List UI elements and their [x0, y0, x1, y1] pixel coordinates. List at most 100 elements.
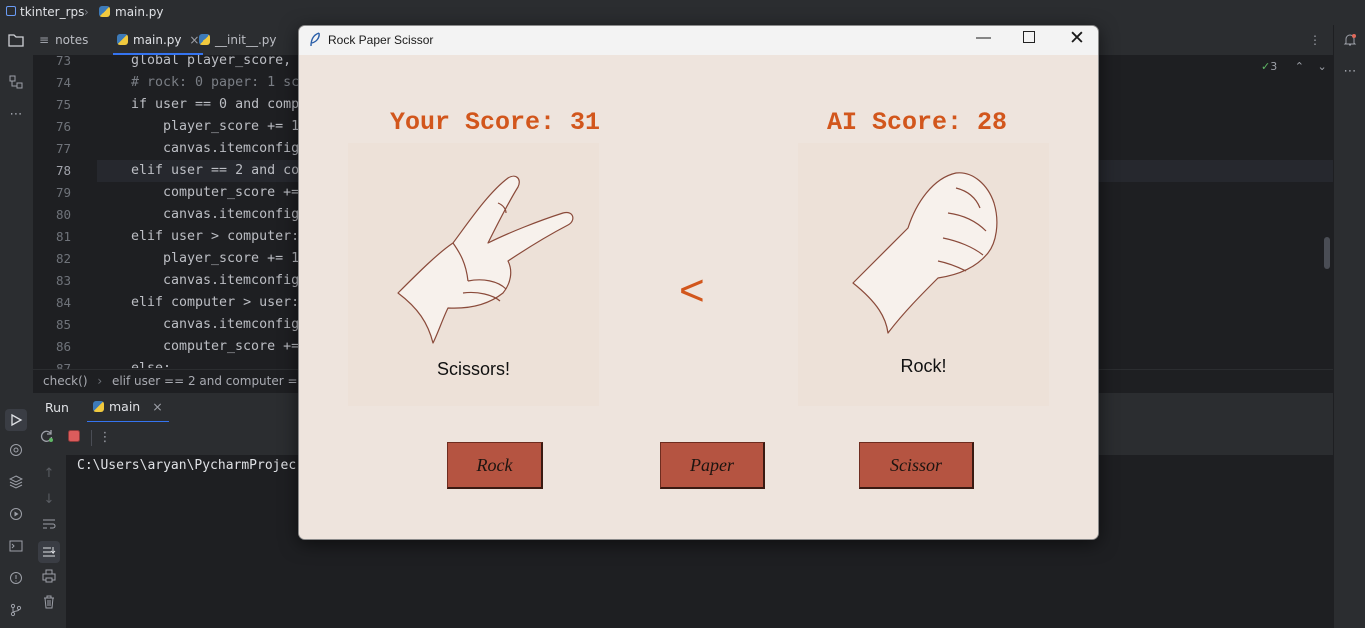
line-number: 77 [55, 141, 71, 156]
notifications-icon[interactable] [1341, 33, 1359, 51]
list-icon: ≡ [39, 33, 50, 47]
code-line: # rock: 0 paper: 1 sc [131, 75, 300, 90]
python-file-icon [99, 6, 110, 17]
game-canvas: Your Score: 31 AI Score: 28 Scissors! < [299, 55, 1098, 539]
run-panel-title: Run [45, 400, 69, 415]
breadcrumb-file[interactable]: main.py [99, 5, 164, 19]
soft-wrap-icon[interactable] [40, 517, 58, 535]
game-window: Rock Paper Scissor — ✕ Your Score: 31 AI… [298, 25, 1099, 540]
chevron-down-icon[interactable]: ⌄ [1317, 60, 1326, 73]
code-line: canvas.itemconfig [163, 317, 300, 332]
close-window-button[interactable]: ✕ [1069, 27, 1085, 50]
line-number: 84 [55, 295, 71, 310]
rock-button[interactable]: Rock [447, 442, 543, 489]
maximize-button[interactable] [1023, 31, 1035, 43]
code-line: canvas.itemconfig [163, 273, 300, 288]
code-line: player_score += 1 [163, 119, 300, 134]
line-number: 76 [55, 119, 71, 134]
navigation-bar: tkinter_rps › main.py [0, 0, 1365, 26]
python-console-icon[interactable] [7, 443, 25, 461]
player-score: Your Score: 31 [390, 108, 601, 137]
line-number: 79 [55, 185, 71, 200]
scissor-button[interactable]: Scissor [859, 442, 974, 489]
chevron-right-icon: › [97, 374, 103, 388]
services-icon[interactable] [7, 507, 25, 525]
player-choice-card: Scissors! [348, 143, 599, 406]
python-icon [93, 401, 104, 412]
project-folder-icon[interactable] [7, 33, 25, 51]
breadcrumb-branch[interactable]: elif user == 2 and computer == 0 [112, 374, 319, 388]
code-line: computer_score += [163, 185, 300, 200]
arrow-down-icon[interactable]: ↓ [40, 491, 58, 509]
console-output-line: C:\Users\aryan\PycharmProjec [77, 458, 297, 473]
arrow-up-icon[interactable]: ↑ [40, 465, 58, 483]
code-line: canvas.itemconfig [163, 207, 300, 222]
terminal-icon[interactable] [7, 539, 25, 557]
breadcrumb-project[interactable]: tkinter_rps [6, 5, 84, 19]
rerun-icon[interactable] [38, 429, 56, 447]
ai-choice-card: Rock! [798, 143, 1049, 406]
trash-icon[interactable] [40, 595, 58, 613]
folder-icon [6, 6, 16, 16]
code-line: player_score += 1 [163, 251, 300, 266]
comparison-symbol: < [679, 266, 705, 315]
scissors-hand-image [397, 175, 574, 344]
chevron-right-icon: › [84, 5, 89, 19]
line-number: 85 [55, 317, 71, 332]
code-line: elif user == 2 and co [131, 163, 300, 178]
close-icon[interactable]: × [152, 399, 162, 414]
line-number: 78 [55, 163, 71, 178]
line-number: 81 [55, 229, 71, 244]
run-tool-icon[interactable] [5, 409, 27, 431]
rock-hand-image [852, 172, 998, 334]
code-line: canvas.itemconfig [163, 141, 300, 156]
line-number: 80 [55, 207, 71, 222]
more-vertical-icon[interactable]: ⋯ [1341, 63, 1359, 81]
check-icon: ✓ [1261, 60, 1271, 73]
left-tool-strip: ⋯ [0, 25, 34, 628]
close-icon[interactable]: × [189, 33, 199, 47]
line-number: 82 [55, 251, 71, 266]
more-vertical-icon[interactable]: ⋮ [96, 429, 114, 447]
window-title: Rock Paper Scissor [328, 33, 434, 47]
player-choice-label: Scissors! [436, 359, 510, 379]
run-side-toolbar: ↑ ↓ [33, 455, 67, 628]
print-icon[interactable] [40, 569, 58, 587]
scroll-to-end-icon[interactable] [38, 541, 60, 563]
stop-icon[interactable] [65, 430, 83, 448]
line-gutter: 73 74 75 76 77 78 79 80 81 82 83 84 85 8… [33, 53, 97, 376]
inspection-widget[interactable]: ✓3 ⌃ ⌄ [1261, 60, 1327, 73]
line-number: 75 [55, 97, 71, 112]
line-number: 83 [55, 273, 71, 288]
feather-icon [309, 32, 321, 51]
breadcrumb-function[interactable]: check() [43, 374, 88, 388]
more-icon[interactable]: ⋯ [7, 106, 25, 124]
paper-button[interactable]: Paper [660, 442, 765, 489]
right-tool-strip: ⋯ [1333, 25, 1365, 628]
layers-icon[interactable] [7, 475, 25, 493]
run-tab-main[interactable]: main × [87, 393, 169, 423]
chevron-up-icon[interactable]: ⌃ [1295, 60, 1304, 73]
minimize-button[interactable]: — [976, 29, 991, 46]
ai-score: AI Score: 28 [827, 108, 1008, 137]
ai-choice-label: Rock! [900, 356, 947, 376]
python-file-icon [199, 34, 210, 45]
code-line: else: [131, 358, 171, 368]
line-number: 74 [55, 75, 71, 90]
code-line: if user == 0 and comp [131, 97, 300, 112]
code-line: global player_score, [131, 55, 292, 68]
toolbar-divider [91, 430, 92, 446]
tab-main-py[interactable]: main.py × [113, 25, 204, 55]
code-line: elif computer > user: [131, 295, 300, 310]
tabs-menu-icon[interactable]: ⋮ [1309, 25, 1321, 55]
git-icon[interactable] [7, 603, 25, 621]
line-number: 86 [55, 339, 71, 354]
code-line: computer_score += [163, 339, 300, 354]
code-line: elif user > computer: [131, 229, 300, 244]
tab-init-py[interactable]: __init__.py [199, 25, 277, 55]
line-number: 73 [55, 53, 71, 68]
problems-icon[interactable] [7, 571, 25, 589]
structure-icon[interactable] [7, 75, 25, 93]
editor-scrollbar[interactable] [1324, 237, 1330, 269]
window-titlebar[interactable]: Rock Paper Scissor — ✕ [299, 26, 1098, 55]
